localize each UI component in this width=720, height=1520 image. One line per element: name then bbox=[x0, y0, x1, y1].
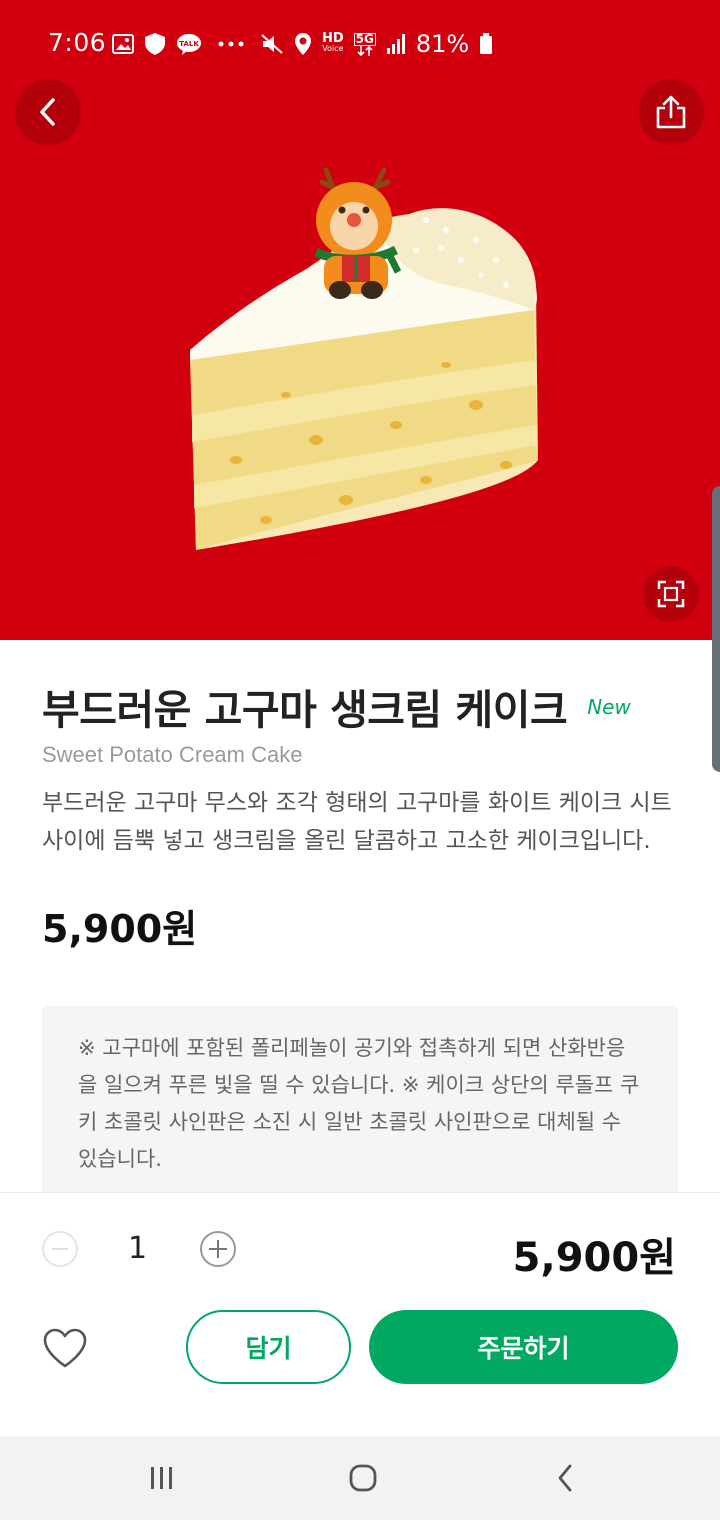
recent-apps-icon bbox=[148, 1465, 176, 1491]
product-title: 부드러운 고구마 생크림 케이크 bbox=[42, 686, 568, 734]
back-icon bbox=[555, 1463, 575, 1493]
product-subtitle: Sweet Potato Cream Cake bbox=[42, 742, 303, 767]
product-image-area: 7:06 TALK HD Voice 5G 81% bbox=[0, 0, 720, 640]
chevron-left-icon bbox=[38, 97, 58, 127]
talk-icon: TALK bbox=[176, 33, 202, 55]
edge-panel-handle[interactable] bbox=[712, 486, 720, 772]
product-description: 부드러운 고구마 무스와 조각 형태의 고구마를 화이트 케이크 시트 사이에 … bbox=[42, 790, 672, 854]
back-button[interactable] bbox=[15, 79, 81, 145]
heart-icon bbox=[42, 1327, 88, 1369]
order-bar: 1 5,900원 담기 주문하기 bbox=[0, 1192, 720, 1436]
share-icon bbox=[653, 94, 689, 130]
plus-icon bbox=[209, 1240, 227, 1258]
fullscreen-button[interactable] bbox=[643, 566, 699, 622]
quantity-decrease-button[interactable] bbox=[42, 1231, 78, 1267]
new-badge: New bbox=[587, 695, 631, 719]
mute-icon bbox=[260, 33, 284, 55]
share-button[interactable] bbox=[638, 79, 704, 145]
more-icon bbox=[218, 41, 244, 47]
shield-icon bbox=[144, 32, 166, 56]
quantity-increase-button[interactable] bbox=[200, 1231, 236, 1267]
home-icon bbox=[348, 1463, 378, 1493]
gallery-icon bbox=[112, 34, 134, 54]
system-nav-bar bbox=[0, 1436, 720, 1520]
nav-back-button[interactable] bbox=[545, 1462, 585, 1494]
add-to-cart-button[interactable]: 담기 bbox=[186, 1310, 351, 1384]
cake-image bbox=[190, 167, 538, 551]
notice-box: ※ 고구마에 포함된 폴리페놀이 공기와 접촉하게 되면 산화반응을 일으켜 푸… bbox=[42, 1006, 678, 1192]
svg-text:TALK: TALK bbox=[179, 40, 199, 48]
battery-percent: 81% bbox=[415, 30, 470, 58]
5g-icon: 5G bbox=[353, 32, 376, 56]
location-icon bbox=[294, 32, 312, 56]
minus-icon bbox=[52, 1247, 68, 1251]
recent-apps-button[interactable] bbox=[142, 1462, 182, 1494]
status-bar: 7:06 TALK HD Voice 5G 81% bbox=[0, 0, 720, 86]
signal-icon bbox=[386, 34, 406, 54]
fullscreen-icon bbox=[657, 580, 685, 608]
status-time: 7:06 bbox=[48, 28, 107, 57]
total-price: 5,900원 bbox=[512, 1235, 676, 1281]
product-price: 5,900원 bbox=[42, 907, 198, 951]
hd-voice-icon: HD Voice bbox=[322, 31, 344, 53]
home-button[interactable] bbox=[343, 1462, 383, 1494]
favorite-button[interactable] bbox=[42, 1327, 88, 1369]
product-info: 부드러운 고구마 생크림 케이크 New Sweet Potato Cream … bbox=[42, 676, 682, 953]
battery-icon bbox=[479, 33, 493, 55]
quantity-value: 1 bbox=[128, 1231, 148, 1266]
order-button[interactable]: 주문하기 bbox=[369, 1310, 678, 1384]
